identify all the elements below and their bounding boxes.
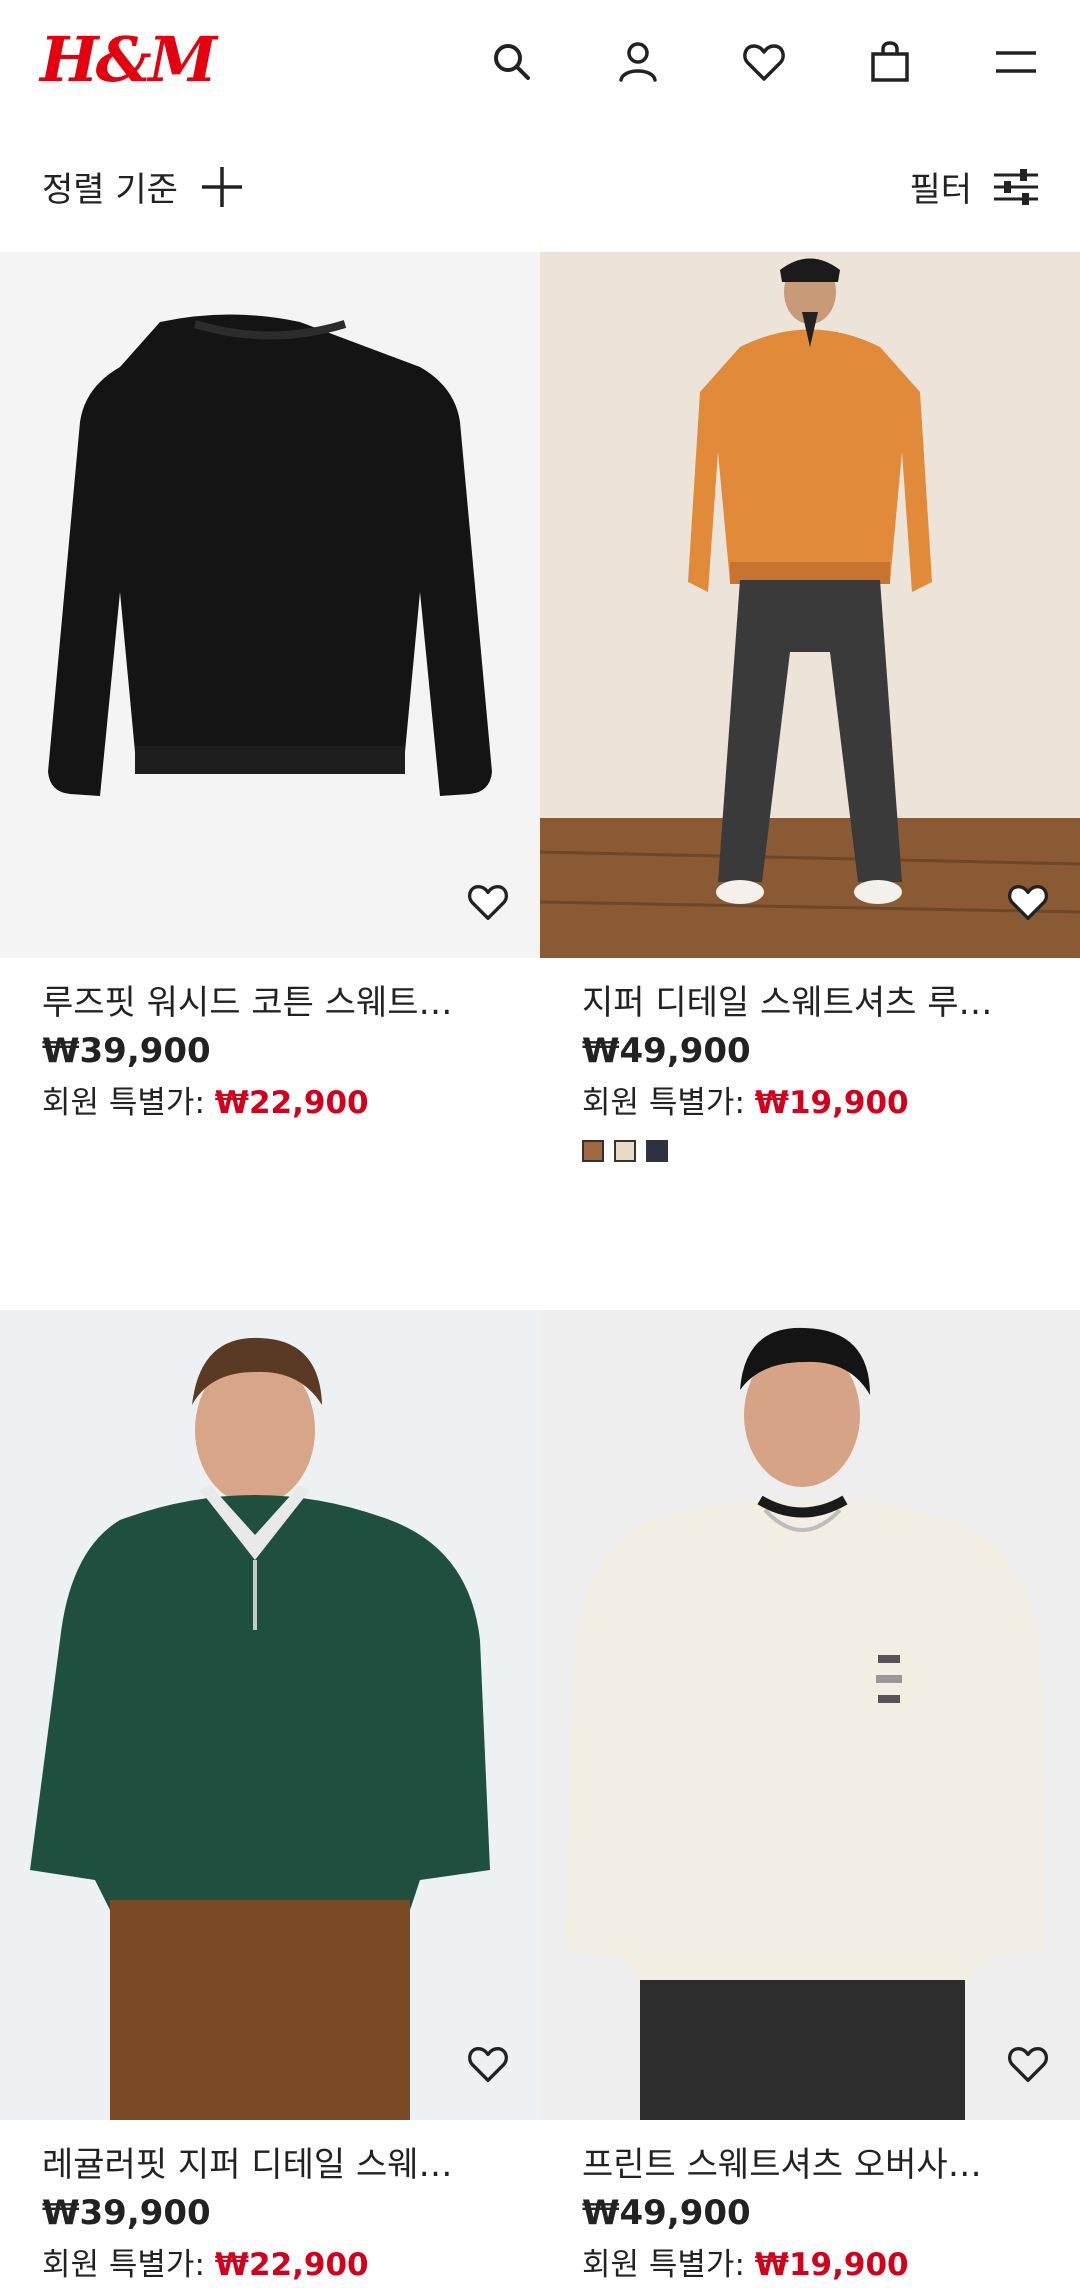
sort-button[interactable]: 정렬 기준: [42, 162, 246, 211]
product-name[interactable]: 루즈핏 워시드 코튼 스웨트…: [42, 980, 498, 1026]
add-to-favorites-button[interactable]: [1002, 876, 1054, 928]
product-name[interactable]: 레귤러핏 지퍼 디테일 스웨…: [42, 2142, 498, 2188]
add-to-favorites-button[interactable]: [462, 2038, 514, 2090]
product-image[interactable]: [0, 252, 540, 958]
color-swatch[interactable]: [614, 1140, 636, 1162]
sort-filter-bar: 정렬 기준 필터: [0, 140, 1080, 240]
account-icon[interactable]: [606, 30, 670, 94]
product-image[interactable]: [540, 252, 1080, 958]
color-swatch[interactable]: [646, 1140, 668, 1162]
color-swatches: [582, 1140, 1038, 1162]
product-price: ₩49,900: [582, 2193, 751, 2233]
member-price: 회원 특별가: ₩19,900: [582, 1085, 909, 1121]
heart-icon: [468, 2046, 508, 2082]
wishlist-icon[interactable]: [732, 30, 796, 94]
heart-icon: [468, 884, 508, 920]
heart-icon: [1008, 884, 1048, 920]
product-image[interactable]: [0, 1310, 540, 2120]
product-card[interactable]: 레귤러핏 지퍼 디테일 스웨… ₩39,900 회원 특별가: ₩22,900: [0, 1310, 540, 2288]
product-name[interactable]: 프린트 스웨트셔츠 오버사…: [582, 2142, 1038, 2188]
product-name[interactable]: 지퍼 디테일 스웨트셔츠 루…: [582, 980, 1038, 1026]
product-price: ₩49,900: [582, 1031, 751, 1071]
product-card[interactable]: 루즈핏 워시드 코튼 스웨트… ₩39,900 회원 특별가: ₩22,900: [0, 252, 540, 1126]
menu-icon[interactable]: [984, 30, 1048, 94]
shopping-bag-icon[interactable]: [858, 30, 922, 94]
add-to-favorites-button[interactable]: [1002, 2038, 1054, 2090]
product-image[interactable]: [540, 1310, 1080, 2120]
filter-button[interactable]: 필터: [909, 162, 1040, 211]
top-header: H&M: [0, 0, 1080, 126]
product-price: ₩39,900: [42, 1031, 211, 1071]
product-card[interactable]: 지퍼 디테일 스웨트셔츠 루… ₩49,900 회원 특별가: ₩19,900: [540, 252, 1080, 1162]
plus-icon: [201, 166, 242, 207]
add-to-favorites-button[interactable]: [462, 876, 514, 928]
sliders-icon: [994, 168, 1038, 205]
heart-icon: [1008, 2046, 1048, 2082]
member-price: 회원 특별가: ₩19,900: [582, 2247, 909, 2283]
hm-logo[interactable]: H&M: [40, 20, 217, 100]
product-card[interactable]: 프린트 스웨트셔츠 오버사… ₩49,900 회원 특별가: ₩19,900: [540, 1310, 1080, 2288]
member-price: 회원 특별가: ₩22,900: [42, 1085, 369, 1121]
sort-label: 정렬 기준: [42, 170, 178, 210]
member-price: 회원 특별가: ₩22,900: [42, 2247, 369, 2283]
color-swatch[interactable]: [582, 1140, 604, 1162]
search-icon[interactable]: [480, 30, 544, 94]
product-price: ₩39,900: [42, 2193, 211, 2233]
filter-label: 필터: [909, 170, 972, 210]
